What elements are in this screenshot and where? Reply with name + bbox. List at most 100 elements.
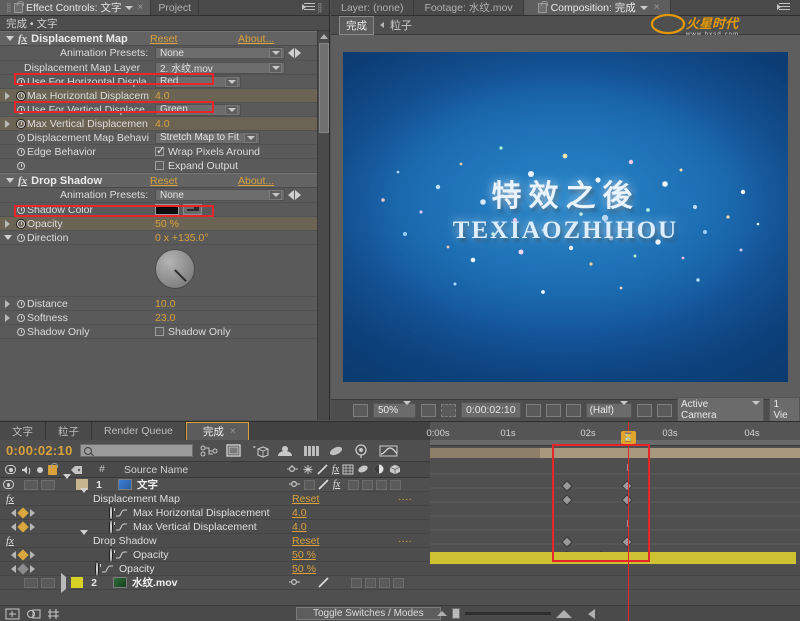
tab-effect-controls[interactable]: Effect Controls: 文字 × — [0, 0, 151, 15]
shy-switch-icon[interactable] — [288, 479, 301, 490]
property-name[interactable]: Opacity — [133, 549, 169, 561]
composition-mini-flowchart-icon[interactable] — [200, 444, 218, 458]
adjustment-switch[interactable] — [376, 480, 387, 490]
next-keyframe-icon[interactable] — [30, 523, 35, 531]
chevron-down-icon[interactable] — [225, 77, 238, 87]
channel-rgb-icon[interactable] — [566, 404, 581, 417]
property-row-edge-behavior[interactable]: Edge Behavior Wrap Pixels Around — [0, 145, 317, 159]
chevron-down-icon[interactable] — [403, 405, 411, 416]
property-name[interactable]: Max Horizontal Displacement — [133, 507, 270, 519]
property-value[interactable]: 50 % — [292, 549, 316, 561]
tab-composition[interactable]: Composition: 完成 × — [524, 0, 671, 15]
property-value[interactable]: 0 x +135.0° — [155, 232, 209, 244]
stopwatch-icon[interactable] — [14, 314, 27, 322]
graph-editor-property-icon[interactable] — [115, 550, 128, 560]
camera-view-select[interactable]: Active Camera — [677, 397, 764, 423]
use-for-vertical-dropdown[interactable]: Green — [155, 104, 241, 116]
motion-blur-switch[interactable] — [362, 480, 373, 490]
tab-project[interactable]: Project — [151, 0, 199, 15]
stopwatch-icon[interactable] — [110, 507, 112, 519]
direction-dial[interactable] — [155, 249, 195, 289]
comp-mini-flowchart-icon[interactable] — [26, 608, 41, 620]
stopwatch-icon[interactable] — [14, 206, 27, 214]
graph-editor-property-icon[interactable] — [115, 508, 128, 518]
breadcrumb-comp-chip[interactable]: 完成 — [339, 16, 374, 35]
close-icon[interactable]: × — [652, 2, 660, 13]
scrollbar-thumb[interactable] — [319, 43, 329, 133]
stopwatch-icon[interactable] — [14, 300, 27, 308]
resolution-select[interactable]: (Half) — [586, 403, 632, 418]
property-row-opacity[interactable]: Opacity 50 % — [0, 217, 317, 231]
prev-keyframe-icon[interactable] — [11, 523, 16, 531]
chevron-down-icon[interactable] — [269, 63, 282, 73]
timeline-current-time[interactable]: 0:00:02:10 — [6, 443, 73, 458]
reset-link[interactable]: Reset — [292, 493, 319, 505]
draft-3d-icon[interactable] — [251, 443, 269, 459]
show-snapshot-icon[interactable] — [546, 404, 561, 417]
chevron-down-icon[interactable] — [125, 6, 133, 10]
breadcrumb-child-label[interactable]: 粒子 — [390, 17, 412, 33]
collapse-switch[interactable] — [304, 480, 315, 490]
chevron-down-icon[interactable] — [620, 405, 628, 416]
property-value[interactable]: 10.0 — [155, 298, 175, 310]
stopwatch-icon[interactable] — [14, 220, 27, 228]
disclosure-triangle-icon[interactable] — [78, 535, 88, 547]
live-update-icon[interactable] — [225, 443, 244, 459]
disclosure-triangle-icon[interactable] — [0, 300, 14, 308]
disclosure-triangle-icon[interactable] — [0, 235, 14, 240]
region-interest-toggle-icon[interactable] — [637, 404, 652, 417]
animation-presets-dropdown-1[interactable]: None — [155, 47, 285, 59]
property-name[interactable]: Opacity — [119, 563, 155, 575]
audio-toggle[interactable] — [24, 578, 38, 588]
prev-keyframe-icon[interactable] — [11, 551, 16, 559]
property-row-max-vertical-displacement[interactable]: Max Vertical Displacemen 4.0 — [0, 117, 317, 131]
stopwatch-icon[interactable] — [96, 563, 98, 575]
adjustment-switch[interactable] — [379, 578, 390, 588]
property-value[interactable]: 23.0 — [155, 312, 175, 324]
arrow-right-icon[interactable] — [295, 48, 301, 58]
arrow-right-icon[interactable] — [295, 190, 301, 200]
effect-name[interactable]: Displacement Map — [93, 493, 180, 505]
property-row-displacement-behavior[interactable]: Displacement Map Behavi Stretch Map to F… — [0, 131, 317, 145]
stopwatch-icon[interactable] — [110, 549, 112, 561]
chevron-down-icon[interactable] — [269, 48, 282, 58]
solo-toggle[interactable] — [41, 578, 55, 588]
keyframe-canvas[interactable]: I I — [430, 460, 800, 566]
tab-comp-wancheng[interactable]: 完成 × — [186, 422, 249, 440]
lock-icon[interactable] — [538, 3, 547, 13]
enable-frame-blending-icon[interactable] — [302, 443, 321, 459]
arrow-left-icon[interactable] — [288, 190, 294, 200]
next-keyframe-icon[interactable] — [30, 509, 35, 517]
motion-blur-icon[interactable] — [357, 464, 370, 475]
stopwatch-icon[interactable] — [110, 521, 112, 533]
close-icon[interactable]: × — [136, 2, 144, 13]
zoom-slider-track[interactable] — [465, 612, 551, 615]
cti-handle[interactable]: ⏳ — [621, 431, 636, 444]
solo-icon[interactable] — [37, 467, 43, 473]
disclosure-triangle-icon[interactable] — [0, 92, 14, 100]
property-row-max-horizontal-displacement[interactable]: Max Horizontal Displacem 4.0 — [0, 89, 317, 103]
expand-output-checkbox[interactable] — [155, 161, 164, 170]
eye-icon[interactable] — [5, 465, 16, 474]
preset-prev-next[interactable] — [288, 190, 301, 200]
effect-controls-panel-menu[interactable] — [295, 0, 329, 15]
quality-icon[interactable] — [317, 464, 329, 475]
property-row-use-horizontal[interactable]: Use For Horizontal Displa Red — [0, 75, 317, 89]
keyframe-navigator[interactable] — [0, 551, 46, 559]
collapse-switch[interactable] — [304, 578, 315, 588]
disclosure-triangle-icon[interactable] — [0, 120, 14, 128]
tab-comp-wenzi[interactable]: 文字 — [0, 422, 46, 440]
prev-keyframe-icon[interactable] — [11, 509, 16, 517]
displacement-behavior-dropdown[interactable]: Stretch Map to Fit — [155, 132, 260, 144]
stopwatch-icon[interactable] — [14, 328, 27, 336]
stopwatch-icon[interactable] — [14, 148, 27, 156]
property-value[interactable]: 4.0 — [292, 521, 307, 533]
transfer-controls-icon[interactable] — [47, 608, 60, 620]
zoom-level-select[interactable]: 50% — [373, 403, 416, 418]
property-value[interactable]: 4.0 — [292, 507, 307, 519]
quality-switch-icon[interactable] — [318, 479, 330, 490]
adjustment-layer-icon[interactable] — [373, 464, 386, 475]
layer-number-header[interactable]: # — [90, 464, 114, 475]
disclosure-triangle-icon[interactable] — [78, 493, 88, 505]
layer-name[interactable]: 文字 — [137, 477, 158, 492]
